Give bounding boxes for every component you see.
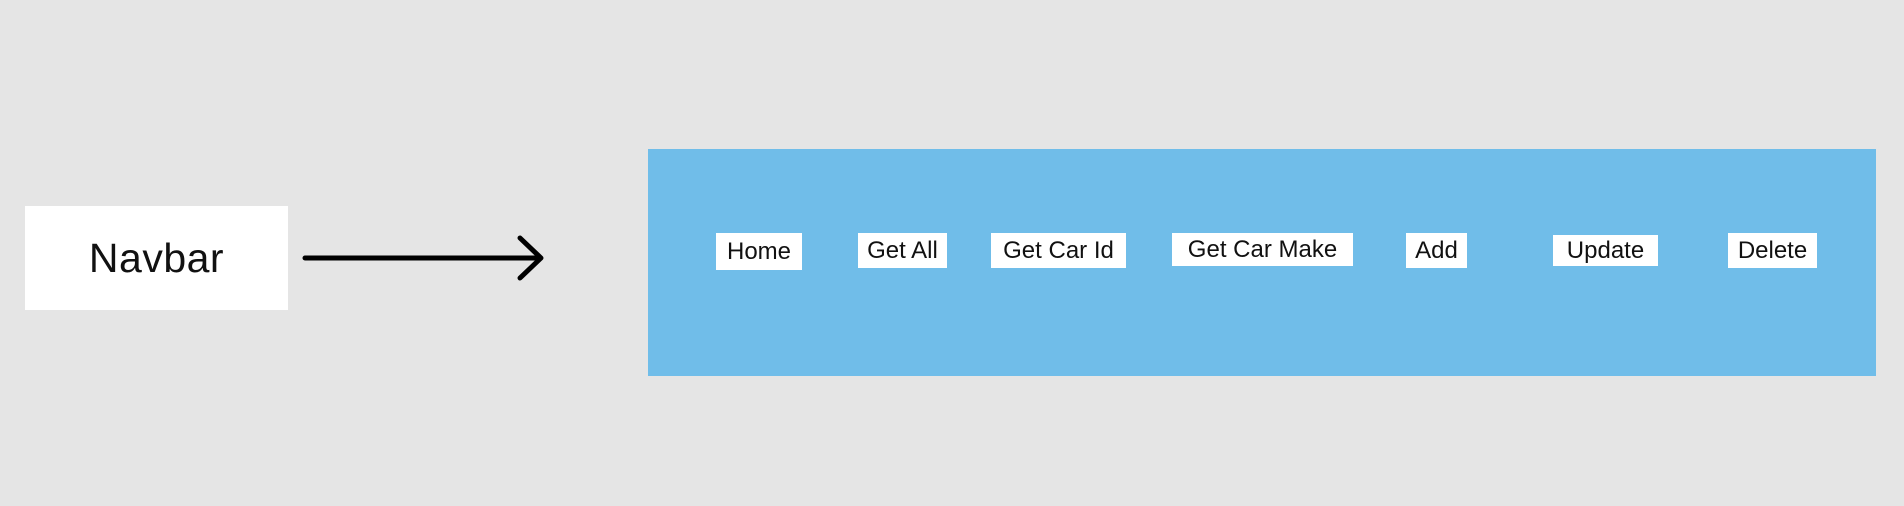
nav-item-add[interactable]: Add	[1406, 233, 1467, 268]
nav-item-home[interactable]: Home	[716, 233, 802, 270]
nav-item-label: Get All	[867, 236, 938, 264]
nav-item-label: Update	[1566, 236, 1645, 264]
component-label: Navbar	[88, 234, 225, 281]
nav-item-label: Add	[1415, 236, 1458, 264]
nav-item-get-car-make[interactable]: Get Car Make	[1172, 233, 1353, 266]
nav-item-delete[interactable]: Delete	[1728, 233, 1817, 268]
nav-item-label: Get Car Id	[1003, 236, 1114, 264]
arrow-right-icon	[302, 235, 544, 281]
nav-item-label: Home	[726, 237, 792, 265]
component-label-box: Navbar	[25, 206, 288, 310]
nav-item-get-all[interactable]: Get All	[858, 233, 947, 268]
nav-item-get-car-id[interactable]: Get Car Id	[991, 233, 1126, 268]
nav-item-update[interactable]: Update	[1553, 235, 1658, 266]
nav-item-label: Get Car Make	[1187, 235, 1338, 263]
nav-item-label: Delete	[1737, 236, 1808, 264]
